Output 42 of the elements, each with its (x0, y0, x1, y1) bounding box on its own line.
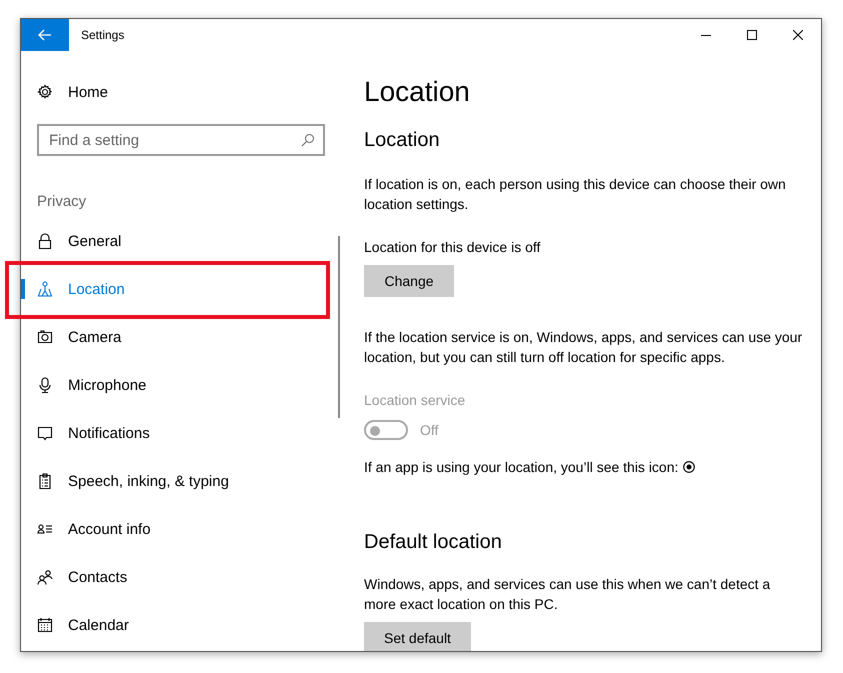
clipboard-icon (37, 473, 53, 489)
toggle-label: Location service (364, 391, 466, 410)
change-button[interactable]: Change (364, 265, 454, 297)
back-button[interactable] (21, 19, 69, 51)
nav-item[interactable]: Speech, inking, & typing (21, 463, 341, 499)
selection-bar (21, 279, 25, 299)
nav-item[interactable]: Notifications (21, 415, 341, 451)
nav-item[interactable]: Account info (21, 511, 341, 547)
close-icon (793, 30, 803, 40)
status-text: Location for this device is off (364, 238, 542, 257)
description: Windows, apps, and services can use this when we can’t detect a more exact location on this PC. (364, 575, 772, 614)
nav-item[interactable]: Contacts (21, 559, 341, 595)
location-indicator-icon (683, 461, 696, 473)
description: If location is on, each person using this device can choose their own location settings. (364, 175, 787, 214)
maximize-icon (747, 30, 757, 40)
toggle-state: Off (420, 422, 438, 438)
lock-icon (37, 233, 53, 249)
set-default-button[interactable]: Set default (364, 622, 471, 651)
section-heading: Default location (364, 530, 503, 555)
description: If the location service is on, Windows, apps, and services can use your location, but you can still turn off location for specific apps. (364, 328, 804, 367)
nav-item[interactable]: General (21, 223, 341, 259)
map-pin-icon (37, 281, 53, 297)
gear-icon (37, 84, 53, 100)
calendar-icon (37, 617, 53, 633)
nav-item[interactable]: Camera (21, 319, 341, 355)
camera-icon (37, 329, 53, 345)
note-text: If an app is using your location, you’ll see this icon: (364, 458, 678, 477)
speech-bubble-icon (37, 425, 53, 441)
page-title: Location (364, 75, 471, 109)
search-icon (301, 133, 315, 147)
window-title: Settings (81, 28, 126, 42)
back-arrow-icon (37, 27, 53, 43)
people-icon (37, 569, 53, 585)
search-field[interactable]: Find a setting (37, 124, 325, 156)
microphone-icon (37, 377, 53, 393)
scrollbar[interactable] (338, 236, 340, 418)
section-heading: Location (364, 128, 441, 153)
section-heading: Privacy (37, 193, 86, 210)
nav-item[interactable]: Calendar (21, 607, 341, 643)
home-link[interactable]: Home (21, 68, 341, 116)
nav-item[interactable]: Microphone (21, 367, 341, 403)
nav-item[interactable]: Location (21, 271, 326, 307)
